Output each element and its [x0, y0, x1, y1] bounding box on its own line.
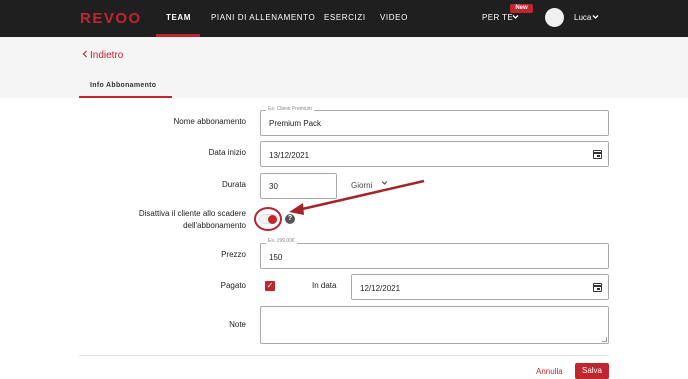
resize-handle[interactable]: [602, 337, 607, 342]
in-data-label: In data: [312, 281, 337, 290]
in-data-input[interactable]: 12/12/2021: [351, 274, 609, 300]
prezzo-label: Prezzo: [221, 250, 246, 259]
pagato-checkbox[interactable]: ✓: [265, 281, 275, 291]
note-label: Note: [229, 320, 246, 329]
prezzo-value: 150: [269, 253, 283, 262]
prezzo-placeholder: Es. 199,00€: [266, 238, 297, 244]
pagato-label: Pagato: [220, 281, 246, 290]
in-data-value: 12/12/2021: [360, 284, 401, 293]
prezzo-input[interactable]: 150: [260, 243, 609, 269]
cancel-button[interactable]: Annulla: [536, 367, 563, 376]
save-button[interactable]: Salva: [575, 363, 609, 379]
calendar-icon[interactable]: [593, 283, 602, 292]
note-textarea[interactable]: [260, 306, 609, 344]
divider: [79, 355, 609, 356]
